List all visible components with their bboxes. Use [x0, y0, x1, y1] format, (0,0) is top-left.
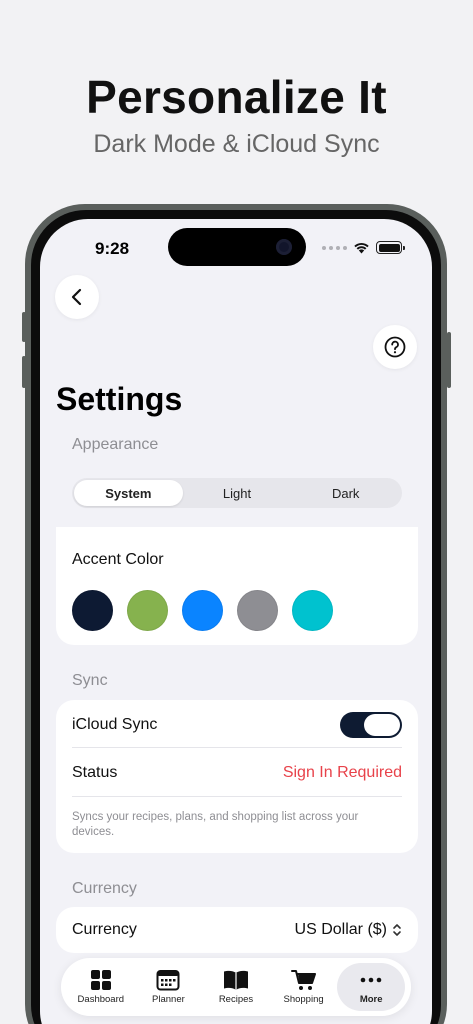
- segment-light[interactable]: Light: [183, 480, 292, 506]
- status-row: Status Sign In Required: [72, 758, 402, 788]
- appearance-segmented-control: System Light Dark: [72, 478, 402, 508]
- currency-row[interactable]: Currency US Dollar ($): [72, 915, 402, 945]
- swatch-teal[interactable]: [292, 590, 333, 631]
- tab-recipes[interactable]: Recipes: [202, 963, 270, 1011]
- dynamic-island: [168, 228, 306, 266]
- tab-shopping[interactable]: Shopping: [270, 963, 338, 1011]
- phone-side-button: [447, 332, 451, 388]
- help-button[interactable]: [373, 325, 417, 369]
- tab-label: More: [359, 994, 383, 1005]
- book-icon: [223, 970, 248, 990]
- appearance-header: Appearance: [72, 436, 159, 453]
- battery-icon: [376, 241, 405, 254]
- ellipsis-icon: [360, 977, 382, 983]
- icloud-sync-label: iCloud Sync: [72, 716, 158, 733]
- segment-system[interactable]: System: [74, 480, 183, 506]
- currency-picker[interactable]: US Dollar ($): [295, 921, 402, 939]
- divider: [72, 796, 402, 797]
- swatch-green[interactable]: [127, 590, 168, 631]
- promo-subtitle: Dark Mode & iCloud Sync: [93, 130, 380, 158]
- wifi-icon: [353, 241, 370, 254]
- swatch-navy[interactable]: [72, 590, 113, 631]
- tab-more[interactable]: More: [337, 963, 405, 1011]
- phone-side-button: [22, 356, 26, 388]
- currency-value: US Dollar ($): [294, 921, 387, 938]
- promo-title: Personalize It: [86, 71, 387, 123]
- camera-icon: [276, 239, 292, 255]
- tab-dashboard[interactable]: Dashboard: [67, 963, 135, 1011]
- phone-screen: 9:28 Settings Appearance System Light Da…: [40, 219, 432, 1024]
- toggle-knob: [364, 714, 400, 736]
- tab-label: Dashboard: [77, 994, 125, 1005]
- sync-header: Sync: [72, 672, 108, 689]
- icloud-sync-toggle[interactable]: [340, 712, 402, 738]
- tab-planner[interactable]: Planner: [135, 963, 203, 1011]
- segment-dark[interactable]: Dark: [291, 480, 400, 506]
- status-label: Status: [72, 764, 118, 781]
- accent-color-card: Accent Color: [56, 527, 418, 645]
- currency-card: Currency US Dollar ($): [56, 907, 418, 953]
- tab-label: Shopping: [283, 994, 324, 1005]
- chevron-left-icon: [71, 288, 82, 306]
- status-icons: [322, 241, 405, 254]
- swatch-blue[interactable]: [182, 590, 223, 631]
- swatch-gray[interactable]: [237, 590, 278, 631]
- chevron-up-down-icon: [393, 924, 401, 936]
- back-button[interactable]: [55, 275, 99, 319]
- tab-label: Recipes: [218, 994, 254, 1005]
- question-mark-icon: [384, 336, 406, 358]
- status-value[interactable]: Sign In Required: [283, 764, 402, 782]
- currency-label: Currency: [72, 921, 137, 938]
- divider: [72, 747, 402, 748]
- phone-side-button: [22, 312, 26, 342]
- cellular-icon: [322, 245, 347, 250]
- calendar-icon: [156, 970, 180, 991]
- icloud-sync-row: iCloud Sync: [72, 710, 402, 740]
- accent-color-label: Accent Color: [72, 551, 164, 568]
- sync-note: Syncs your recipes, plans, and shopping …: [72, 811, 359, 838]
- tab-bar: Dashboard Planner Recipes Shopping More: [61, 958, 411, 1016]
- sync-card: iCloud Sync Status Sign In Required Sync…: [56, 700, 418, 853]
- cart-icon: [290, 970, 316, 990]
- accent-swatches: [72, 590, 333, 631]
- currency-header: Currency: [72, 880, 137, 897]
- status-time: 9:28: [95, 239, 130, 258]
- tab-label: Planner: [152, 994, 185, 1005]
- page-title: Settings: [56, 381, 183, 417]
- grid-icon: [90, 970, 111, 990]
